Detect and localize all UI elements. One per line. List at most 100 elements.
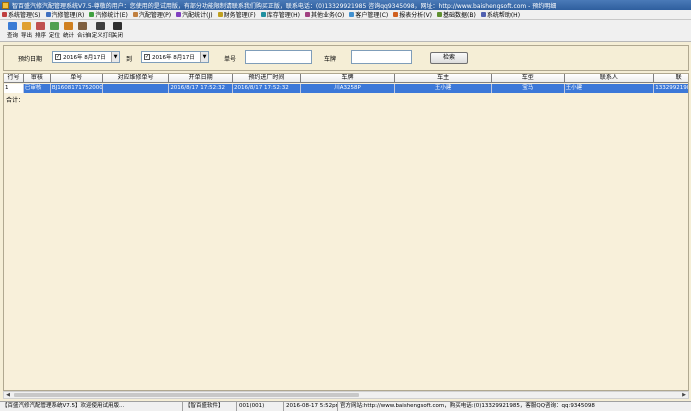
plate-input[interactable] bbox=[351, 50, 412, 64]
menu-icon bbox=[393, 12, 399, 17]
menu-item[interactable]: 报表分析(V) bbox=[393, 10, 432, 19]
toolbar-button-locate[interactable]: 定位 bbox=[48, 22, 61, 39]
date-from-value: 2016年 8月17日 bbox=[63, 55, 106, 61]
menu-icon bbox=[260, 12, 266, 17]
menu-item[interactable]: 汽配管理(P) bbox=[132, 10, 172, 19]
column-header[interactable]: 对应维修单号 bbox=[102, 74, 170, 83]
column-header[interactable]: 预约进厂时间 bbox=[233, 74, 301, 83]
horizontal-scrollbar[interactable]: ◀ ▶ bbox=[3, 391, 689, 399]
menu-icon bbox=[349, 12, 355, 17]
date-to-picker[interactable]: ✓ 2016年 8月17日 ▼ bbox=[141, 51, 209, 63]
plate-label: 车牌 bbox=[324, 56, 337, 63]
toolbar-button-label: 统计 bbox=[62, 33, 74, 39]
title-bar: 智百盛汽修汽配管理系统V7.5-尊敬的用户：您使用的是试用版，有部分功能限制请联… bbox=[0, 0, 691, 10]
close-icon bbox=[113, 22, 122, 30]
menu-item-label: 财务管理(F) bbox=[223, 12, 256, 19]
menu-item[interactable]: 汽修统计(E) bbox=[89, 10, 128, 19]
menu-icon bbox=[480, 12, 486, 17]
toolbar-button-label: 查询 bbox=[6, 33, 18, 39]
table-cell[interactable]: 宝马 bbox=[491, 84, 565, 93]
column-header[interactable]: 开单日期 bbox=[169, 74, 234, 83]
column-header[interactable]: 车型 bbox=[491, 74, 565, 83]
order-label: 单号 bbox=[224, 56, 237, 63]
sort-icon bbox=[36, 22, 45, 30]
status-time: 2016-08-17 5:52pm bbox=[284, 402, 338, 411]
scroll-right-icon[interactable]: ▶ bbox=[680, 392, 688, 398]
menu-item-label: 汽修统计(E) bbox=[95, 12, 128, 19]
table-cell[interactable]: 王小建 bbox=[395, 84, 492, 93]
scroll-left-icon[interactable]: ◀ bbox=[4, 392, 12, 398]
table-cell[interactable]: 川A3258P bbox=[300, 84, 396, 93]
date-to-checkbox[interactable]: ✓ bbox=[144, 54, 150, 60]
status-code: 001(001) bbox=[237, 402, 284, 411]
menu-icon bbox=[217, 12, 223, 17]
toolbar-button-close[interactable]: 关闭 bbox=[111, 22, 124, 39]
toolbar-button-query[interactable]: 查询 bbox=[6, 22, 19, 39]
menu-item-label: 汽配管理(P) bbox=[138, 12, 172, 19]
menu-item-label: 库存管理(H) bbox=[266, 12, 300, 19]
table-cell[interactable]: 2016/8/17 17:52:32 bbox=[169, 84, 234, 93]
menu-item[interactable]: 库存管理(H) bbox=[260, 10, 300, 19]
table-row[interactable]: 1 已审核 BJ16081717520001 2016/8/17 17:52:32 20… bbox=[4, 84, 688, 93]
table-header: 行号 审核 单号 对应维修单号 开单日期 预约进厂时间 车牌 车主 车型 联系人联 bbox=[4, 74, 688, 83]
menu-icon bbox=[176, 12, 182, 17]
export-icon bbox=[22, 22, 31, 30]
column-header[interactable]: 联系人 bbox=[564, 74, 655, 83]
toolbar-button-print[interactable]: 自定义打印 bbox=[86, 22, 114, 39]
table-cell[interactable]: BJ16081717520001 bbox=[50, 84, 103, 93]
date-to-value: 2016年 8月17日 bbox=[152, 55, 195, 61]
menu-item[interactable]: 系统管理(S) bbox=[2, 10, 41, 19]
table-cell[interactable]: 2016/8/17 17:52:32 bbox=[233, 84, 301, 93]
column-header[interactable]: 审核 bbox=[23, 74, 51, 83]
sum-icon bbox=[78, 22, 87, 30]
order-number-input[interactable] bbox=[245, 50, 312, 64]
column-header[interactable]: 车牌 bbox=[300, 74, 396, 83]
query-icon bbox=[8, 22, 17, 30]
status-bar: 【百盛汽修汽配管理系统V7.5】欢迎使用试用版... 【智百盛软件】 001(0… bbox=[0, 401, 691, 411]
table-cell[interactable]: 1 bbox=[4, 84, 24, 93]
menu-icon bbox=[132, 12, 138, 17]
toolbar-button-label: 关闭 bbox=[111, 33, 123, 39]
status-website: 官方网站:http://www.baishengsoft.com，购买电话:(0… bbox=[340, 403, 595, 409]
menu-item[interactable]: 汽修管理(R) bbox=[45, 10, 84, 19]
menu-item[interactable]: 财务管理(F) bbox=[217, 10, 256, 19]
menu-item[interactable]: 基础数据(B) bbox=[437, 10, 476, 19]
toolbar: 查询 导出 排序 定位 统计 合计 自定义打印 关闭 bbox=[0, 20, 691, 42]
window-title: 智百盛汽修汽配管理系统V7.5-尊敬的用户：您使用的是试用版，有部分功能限制请联… bbox=[12, 2, 557, 10]
menu-icon bbox=[437, 12, 443, 17]
toolbar-button-sort[interactable]: 排序 bbox=[34, 22, 47, 39]
search-button[interactable]: 检索 bbox=[430, 52, 468, 64]
table-cell[interactable]: 13329921985 bbox=[654, 84, 688, 93]
menu-item[interactable]: 汽配统计(J) bbox=[176, 10, 213, 19]
column-header[interactable]: 联 bbox=[654, 74, 688, 83]
menu-item-label: 系统管理(S) bbox=[8, 12, 41, 19]
menu-icon bbox=[45, 12, 51, 17]
scrollbar-thumb[interactable] bbox=[14, 393, 359, 397]
date-from-checkbox[interactable]: ✓ bbox=[55, 54, 61, 60]
menu-icon bbox=[2, 12, 7, 17]
status-user: 【智百盛软件】 bbox=[183, 402, 237, 411]
menu-item[interactable]: 客户管理(C) bbox=[349, 10, 388, 19]
column-header[interactable]: 行号 bbox=[4, 74, 24, 83]
table-cell[interactable]: 王小建 bbox=[564, 84, 655, 93]
chevron-down-icon[interactable]: ▼ bbox=[111, 52, 119, 62]
column-header[interactable]: 单号 bbox=[50, 74, 103, 83]
menu-item-label: 系统帮助(H) bbox=[486, 12, 521, 19]
column-header[interactable]: 车主 bbox=[395, 74, 492, 83]
table-cell[interactable]: 已审核 bbox=[23, 84, 51, 93]
toolbar-button-label: 定位 bbox=[48, 33, 60, 39]
app-icon bbox=[2, 1, 9, 9]
menu-item-label: 基础数据(B) bbox=[443, 12, 476, 19]
data-grid: 行号 审核 单号 对应维修单号 开单日期 预约进厂时间 车牌 车主 车型 联系人联 1 已审核 BJ1… bbox=[3, 73, 689, 391]
menu-item[interactable]: 其他业务(O) bbox=[304, 10, 345, 19]
toolbar-button-label: 自定义打印 bbox=[86, 33, 114, 39]
table-cell[interactable] bbox=[102, 84, 170, 93]
menu-icon bbox=[89, 12, 95, 17]
status-app: 【百盛汽修汽配管理系统V7.5】欢迎使用试用版... bbox=[0, 402, 183, 411]
toolbar-button-export[interactable]: 导出 bbox=[20, 22, 33, 39]
date-from-picker[interactable]: ✓ 2016年 8月17日 ▼ bbox=[52, 51, 120, 63]
menu-item[interactable]: 系统帮助(H) bbox=[480, 10, 521, 19]
menu-item-label: 其他业务(O) bbox=[310, 12, 345, 19]
chevron-down-icon[interactable]: ▼ bbox=[200, 52, 208, 62]
toolbar-button-stats[interactable]: 统计 bbox=[62, 22, 75, 39]
